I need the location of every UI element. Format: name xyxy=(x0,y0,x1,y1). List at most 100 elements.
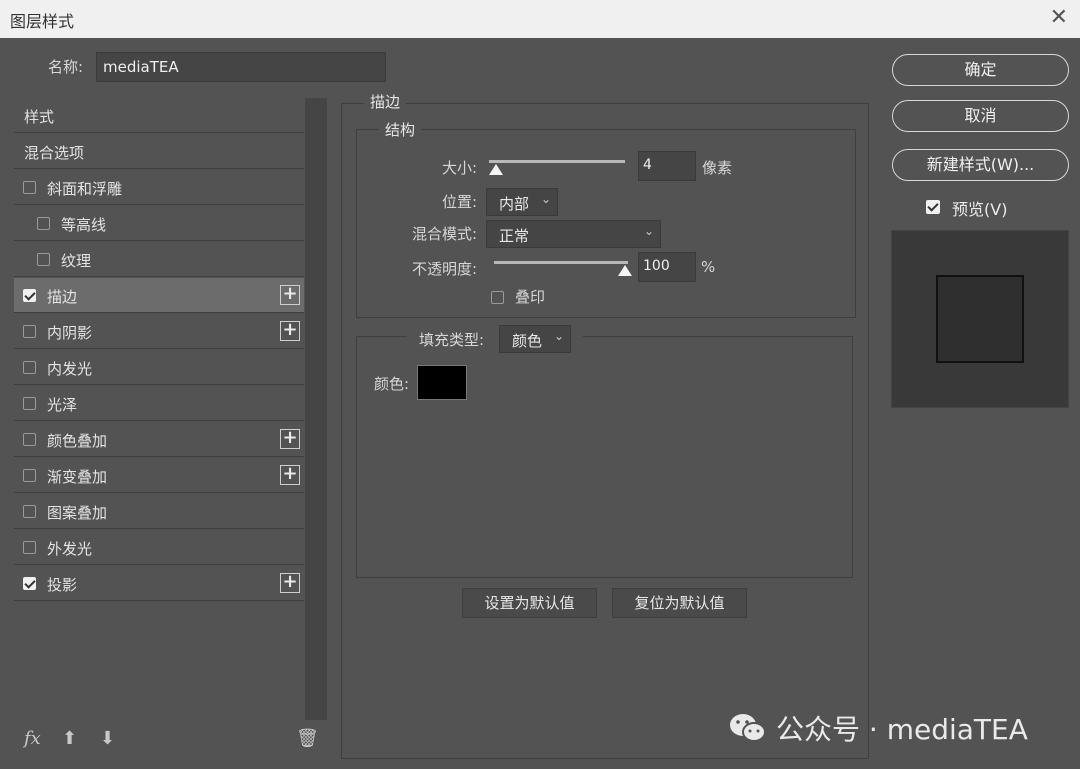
blend-mode-value: 正常 xyxy=(499,227,530,245)
preview-checkbox[interactable] xyxy=(926,200,940,214)
fill-type-label: 填充类型: xyxy=(419,331,485,349)
size-slider-track[interactable] xyxy=(489,160,625,163)
style-checkbox[interactable] xyxy=(23,397,36,410)
style-list-item[interactable]: 投影 + xyxy=(14,566,304,601)
style-list-item-label: 图案叠加 xyxy=(47,504,108,522)
make-default-button[interactable]: 设置为默认值 xyxy=(462,588,597,618)
style-list: 样式混合选项斜面和浮雕等高线纹理描边 + 内阴影 + 内发光光泽颜色叠加 + 渐变叠加 + 图案… xyxy=(14,98,328,758)
style-list-item[interactable]: 外发光 xyxy=(14,530,304,565)
style-list-item[interactable]: 图案叠加 xyxy=(14,494,304,529)
opacity-label: 不透明度: xyxy=(411,260,477,278)
style-checkbox[interactable] xyxy=(23,469,36,482)
style-checkbox[interactable] xyxy=(23,181,36,194)
style-checkbox[interactable] xyxy=(23,325,36,338)
color-label: 颜色: xyxy=(374,375,410,393)
size-slider-thumb[interactable] xyxy=(489,164,503,175)
style-checkbox[interactable] xyxy=(23,541,36,554)
fill-type-header: 填充类型: 颜色 ⌄ xyxy=(407,324,583,354)
window-title: 图层样式 xyxy=(10,12,75,31)
blend-mode-dropdown[interactable]: 正常 ⌄ xyxy=(486,220,661,248)
style-list-item[interactable]: 斜面和浮雕 xyxy=(14,170,304,205)
style-list-item-label: 内发光 xyxy=(47,360,93,378)
cancel-button[interactable]: 取消 xyxy=(892,100,1069,132)
size-input[interactable]: 4 xyxy=(638,151,696,181)
style-list-item-label: 描边 xyxy=(47,288,78,306)
reset-default-button[interactable]: 复位为默认值 xyxy=(612,588,747,618)
watermark-text: 公众号 · mediaTEA xyxy=(776,713,1028,746)
add-effect-icon[interactable]: + xyxy=(280,321,300,341)
stroke-panel: 描边 结构 大小: 4 像素 位置: 内部 ⌄ 混合模式: 正常 ⌄ 不透明度:… xyxy=(341,91,869,759)
style-list-item-label: 颜色叠加 xyxy=(47,432,108,450)
preview-label: 预览(V) xyxy=(952,200,1008,219)
style-checkbox[interactable] xyxy=(37,253,50,266)
style-checkbox[interactable] xyxy=(23,289,36,302)
style-list-toolbar: fx ⬆ ⬇ 🗑 xyxy=(22,728,322,756)
color-swatch[interactable] xyxy=(417,365,467,400)
position-dropdown[interactable]: 内部 ⌄ xyxy=(486,188,558,216)
style-list-item-label: 光泽 xyxy=(47,396,78,414)
position-value: 内部 xyxy=(499,195,530,213)
opacity-input[interactable]: 100 xyxy=(638,252,696,282)
opacity-unit: % xyxy=(701,258,716,276)
title-bar: 图层样式 ✕ xyxy=(0,0,1080,38)
structure-group: 结构 大小: 4 像素 位置: 内部 ⌄ 混合模式: 正常 ⌄ 不透明度: 10… xyxy=(356,119,856,318)
style-checkbox[interactable] xyxy=(23,433,36,446)
add-effect-icon[interactable]: + xyxy=(280,465,300,485)
style-list-item[interactable]: 光泽 xyxy=(14,386,304,421)
size-label: 大小: xyxy=(441,159,477,177)
stroke-panel-title: 描边 xyxy=(364,91,407,112)
chevron-down-icon: ⌄ xyxy=(540,192,551,206)
new-style-button[interactable]: 新建样式(W)... xyxy=(892,149,1069,181)
style-list-item[interactable]: 纹理 xyxy=(14,242,304,277)
style-list-item-label: 等高线 xyxy=(61,216,107,234)
style-list-scrollbar[interactable] xyxy=(305,98,327,720)
wechat-icon xyxy=(728,712,768,751)
style-list-item-label: 样式 xyxy=(24,108,55,126)
style-list-item[interactable]: 混合选项 xyxy=(14,134,304,169)
style-checkbox[interactable] xyxy=(37,217,50,230)
style-list-item-label: 外发光 xyxy=(47,540,93,558)
add-effect-icon[interactable]: + xyxy=(280,573,300,593)
style-list-item-label: 斜面和浮雕 xyxy=(47,180,123,198)
style-list-item[interactable]: 样式 xyxy=(14,98,304,133)
blend-mode-label: 混合模式: xyxy=(411,225,477,243)
add-effect-icon[interactable]: + xyxy=(280,429,300,449)
move-up-icon[interactable]: ⬆ xyxy=(62,728,77,749)
overprint-label: 叠印 xyxy=(515,288,546,306)
style-list-item-label: 投影 xyxy=(47,576,78,594)
style-list-item[interactable]: 颜色叠加 + xyxy=(14,422,304,457)
style-list-item[interactable]: 等高线 xyxy=(14,206,304,241)
style-list-item-label: 纹理 xyxy=(61,252,92,270)
name-input[interactable]: mediaTEA xyxy=(96,52,386,82)
opacity-slider-track[interactable] xyxy=(494,261,628,264)
add-effect-icon[interactable]: + xyxy=(280,285,300,305)
style-list-item-label: 内阴影 xyxy=(47,324,93,342)
style-list-item-label: 渐变叠加 xyxy=(47,468,108,486)
fx-icon[interactable]: fx xyxy=(24,728,41,749)
ok-button[interactable]: 确定 xyxy=(892,54,1069,86)
watermark: 公众号 · mediaTEA xyxy=(728,708,1028,751)
close-icon[interactable]: ✕ xyxy=(1050,5,1068,30)
move-down-icon[interactable]: ⬇ xyxy=(100,728,115,749)
preview-shape xyxy=(936,275,1024,363)
style-checkbox[interactable] xyxy=(23,361,36,374)
name-label: 名称: xyxy=(48,58,84,76)
position-label: 位置: xyxy=(441,193,477,211)
overprint-checkbox[interactable] xyxy=(491,291,504,304)
style-list-item[interactable]: 内阴影 + xyxy=(14,314,304,349)
preview-thumbnail xyxy=(891,230,1069,408)
opacity-slider-thumb[interactable] xyxy=(618,265,632,276)
chevron-down-icon: ⌄ xyxy=(553,329,564,343)
trash-icon[interactable]: 🗑 xyxy=(296,728,319,749)
style-list-item-label: 混合选项 xyxy=(24,144,85,162)
style-list-item[interactable]: 内发光 xyxy=(14,350,304,385)
style-list-item[interactable]: 渐变叠加 + xyxy=(14,458,304,493)
structure-title: 结构 xyxy=(379,119,422,140)
style-checkbox[interactable] xyxy=(23,577,36,590)
fill-type-value: 颜色 xyxy=(512,332,543,350)
size-unit: 像素 xyxy=(702,159,733,177)
fill-type-dropdown[interactable]: 颜色 ⌄ xyxy=(499,325,571,353)
style-list-item[interactable]: 描边 + xyxy=(14,278,304,313)
style-checkbox[interactable] xyxy=(23,505,36,518)
chevron-down-icon: ⌄ xyxy=(643,224,654,238)
